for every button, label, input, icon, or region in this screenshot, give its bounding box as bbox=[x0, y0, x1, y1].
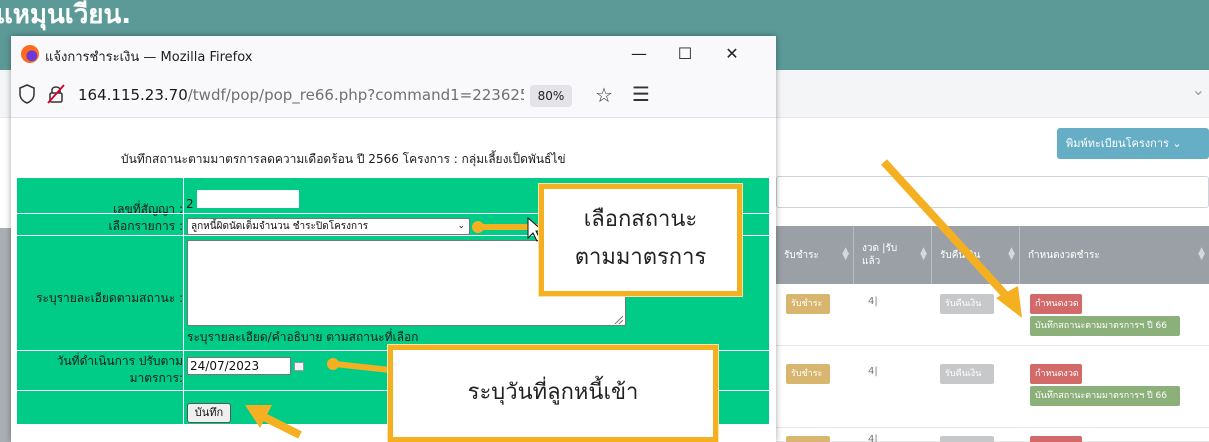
callout-line: ตามมาตรการ bbox=[574, 245, 707, 270]
arrow-to-date bbox=[327, 358, 391, 373]
callout-select-status: เลือกสถานะ ตามมาตรการ bbox=[539, 184, 742, 296]
arrow-to-save-button bbox=[245, 405, 302, 439]
arrow-to-record-status bbox=[881, 159, 1022, 318]
callout-line: เลือกสถานะ bbox=[583, 207, 698, 232]
callout-enter-date: ระบุวันที่ลูกหนี้เข้า bbox=[388, 345, 718, 442]
